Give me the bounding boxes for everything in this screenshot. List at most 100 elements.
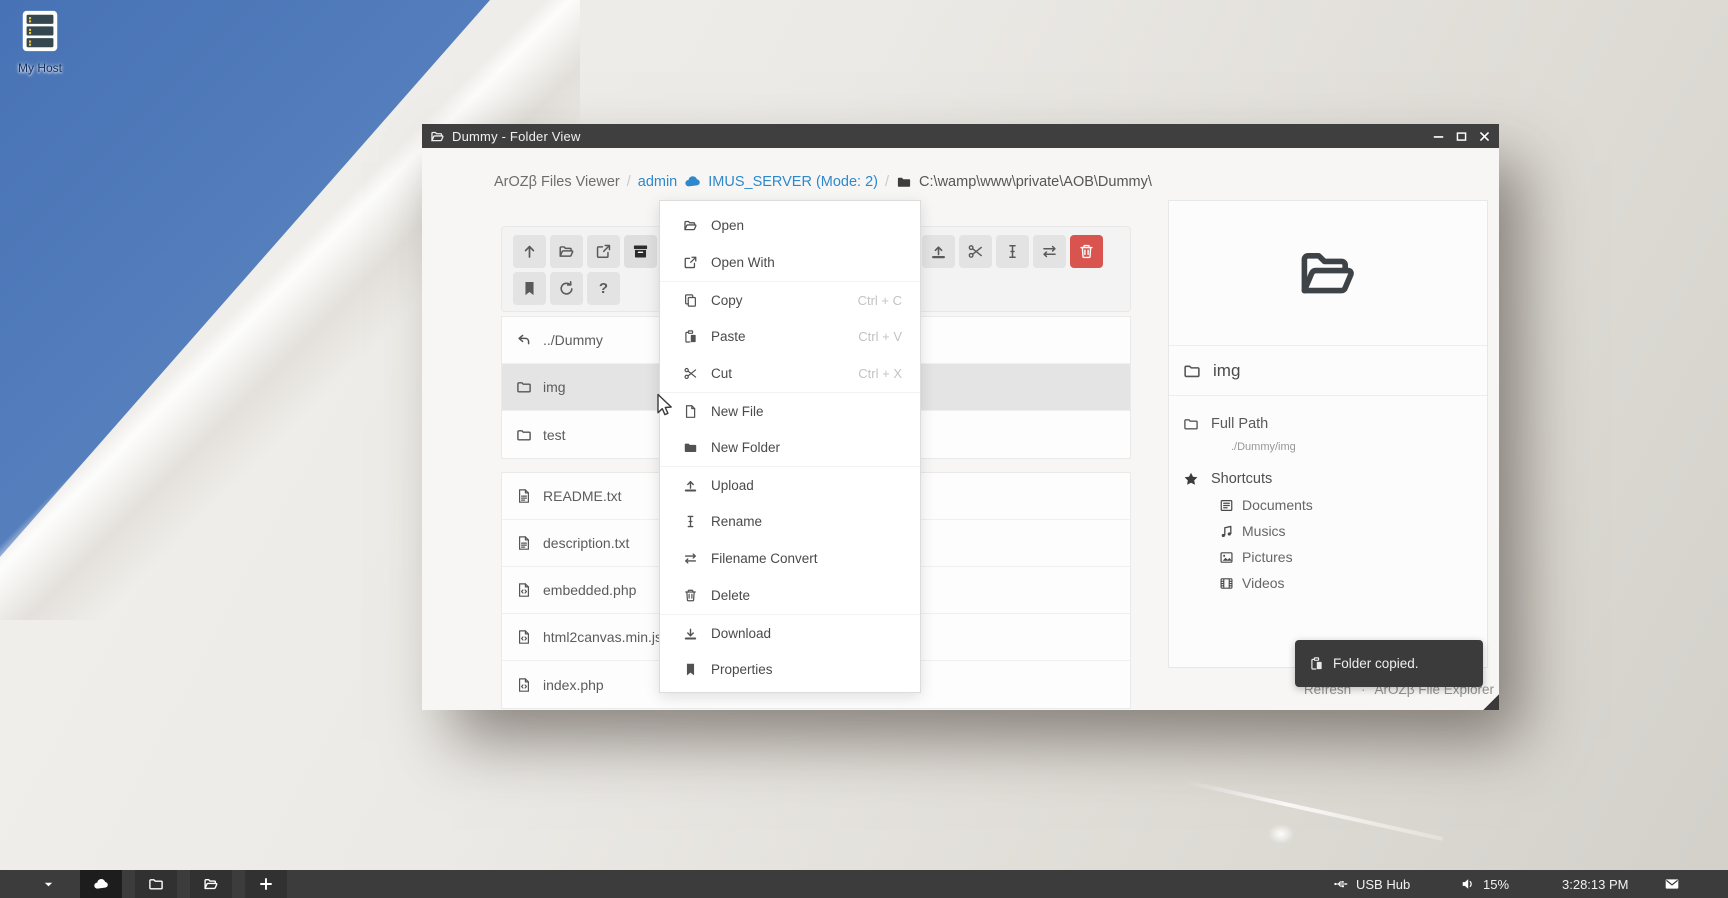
menu-item-download[interactable]: Download bbox=[660, 614, 920, 651]
dock-add-button[interactable] bbox=[245, 870, 287, 898]
menu-item-rename[interactable]: Rename bbox=[660, 503, 920, 540]
toast-notification: Folder copied. bbox=[1295, 640, 1483, 687]
paste-icon bbox=[1309, 656, 1324, 671]
taskbar-menu-caret[interactable] bbox=[36, 870, 60, 898]
refresh-button[interactable] bbox=[550, 272, 583, 305]
text-file-icon bbox=[516, 488, 532, 504]
menu-item-new-file[interactable]: New File bbox=[660, 392, 920, 429]
full-path-row: Full Path bbox=[1169, 416, 1487, 432]
upload-button[interactable] bbox=[922, 235, 955, 268]
dock-folder-open-app[interactable] bbox=[190, 870, 232, 898]
folder-icon bbox=[516, 379, 532, 395]
shortcut-videos[interactable]: Videos bbox=[1219, 575, 1487, 591]
exchange-icon bbox=[683, 551, 698, 566]
menu-item-paste[interactable]: PasteCtrl + V bbox=[660, 318, 920, 355]
shortcut-pictures[interactable]: Pictures bbox=[1219, 549, 1487, 565]
shortcut-documents[interactable]: Documents bbox=[1219, 497, 1487, 513]
go-up-button[interactable] bbox=[513, 235, 546, 268]
desktop-wallpaper-contrail bbox=[1181, 779, 1444, 841]
toast-message: Folder copied. bbox=[1333, 656, 1419, 671]
breadcrumb-path: C:\wamp\www\private\AOB\Dummy\ bbox=[919, 174, 1152, 190]
tray-usb-hub[interactable]: USB Hub bbox=[1333, 870, 1410, 898]
menu-item-open[interactable]: Open bbox=[660, 207, 920, 244]
taskbar: USB Hub 15% 3:28:13 PM bbox=[0, 870, 1728, 898]
window-titlebar[interactable]: Dummy - Folder View bbox=[422, 124, 1499, 148]
music-icon bbox=[1219, 524, 1234, 539]
documents-icon bbox=[1219, 498, 1234, 513]
maximize-button[interactable] bbox=[1455, 130, 1468, 143]
text-file-icon bbox=[516, 535, 532, 551]
tray-clock[interactable]: 3:28:13 PM bbox=[1562, 870, 1629, 898]
folder-open-icon bbox=[203, 876, 219, 892]
tray-mail[interactable] bbox=[1664, 870, 1680, 898]
usb-icon bbox=[1333, 876, 1349, 892]
server-icon bbox=[17, 8, 63, 54]
copy-icon bbox=[683, 293, 698, 308]
detail-panel-title-row: img bbox=[1169, 346, 1487, 396]
breadcrumb-user-link[interactable]: admin bbox=[638, 174, 678, 190]
desktop-icon-my-host[interactable]: My Host bbox=[10, 8, 70, 75]
close-button[interactable] bbox=[1478, 130, 1491, 143]
breadcrumb-app: ArOZβ Files Viewer bbox=[494, 174, 620, 190]
context-menu: Open Open With CopyCtrl + C PasteCtrl + … bbox=[659, 200, 921, 693]
menu-item-upload[interactable]: Upload bbox=[660, 466, 920, 503]
star-icon bbox=[1183, 471, 1199, 487]
desktop-icon-label: My Host bbox=[10, 61, 70, 75]
shortcut-musics[interactable]: Musics bbox=[1219, 523, 1487, 539]
archive-button[interactable] bbox=[624, 235, 657, 268]
cloud-icon bbox=[93, 876, 109, 892]
menu-item-new-folder[interactable]: New Folder bbox=[660, 429, 920, 466]
taskbar-dock bbox=[80, 870, 287, 898]
detail-panel: img Full Path ./Dummy/img Shortcuts Docu… bbox=[1168, 200, 1488, 668]
desktop: My Host Dummy - Folder View ArOZβ Files … bbox=[0, 0, 1728, 898]
code-file-icon bbox=[516, 629, 532, 645]
bookmark-icon bbox=[683, 662, 698, 677]
cut-button[interactable] bbox=[959, 235, 992, 268]
external-link-icon bbox=[683, 255, 698, 270]
rename-button[interactable] bbox=[996, 235, 1029, 268]
tray-volume[interactable]: 15% bbox=[1460, 870, 1509, 898]
paste-icon bbox=[683, 329, 698, 344]
trash-icon bbox=[683, 588, 698, 603]
scissors-icon bbox=[967, 243, 984, 260]
menu-item-copy[interactable]: CopyCtrl + C bbox=[660, 281, 920, 318]
envelope-icon bbox=[1664, 876, 1680, 892]
folder-filled-icon bbox=[896, 174, 912, 190]
back-arrow-icon bbox=[516, 332, 532, 348]
code-file-icon bbox=[516, 677, 532, 693]
cloud-icon bbox=[684, 173, 701, 190]
open-button[interactable] bbox=[550, 235, 583, 268]
open-with-button[interactable] bbox=[587, 235, 620, 268]
new-file-icon bbox=[683, 404, 698, 419]
detail-panel-hero bbox=[1169, 201, 1487, 346]
detail-panel-title: img bbox=[1213, 361, 1240, 381]
minimize-button[interactable] bbox=[1432, 130, 1445, 143]
menu-item-delete[interactable]: Delete bbox=[660, 577, 920, 614]
folder-filled-icon bbox=[683, 440, 698, 455]
dock-folder-app[interactable] bbox=[135, 870, 177, 898]
exchange-icon bbox=[1041, 243, 1058, 260]
folder-open-icon bbox=[1296, 241, 1360, 305]
menu-item-filename-convert[interactable]: Filename Convert bbox=[660, 540, 920, 577]
folder-icon bbox=[148, 876, 164, 892]
dock-cloud-app[interactable] bbox=[80, 870, 122, 898]
ibeam-icon bbox=[683, 514, 698, 529]
menu-item-open-with[interactable]: Open With bbox=[660, 244, 920, 281]
download-icon bbox=[683, 626, 698, 641]
properties-button[interactable] bbox=[513, 272, 546, 305]
trash-icon bbox=[1078, 243, 1095, 260]
menu-item-properties[interactable]: Properties bbox=[660, 651, 920, 688]
question-icon: ? bbox=[599, 280, 608, 297]
breadcrumb: ArOZβ Files Viewer / admin IMUS_SERVER (… bbox=[494, 173, 1152, 190]
folder-open-icon bbox=[558, 243, 575, 260]
refresh-icon bbox=[558, 280, 575, 297]
help-button[interactable]: ? bbox=[587, 272, 620, 305]
scissors-icon bbox=[683, 366, 698, 381]
folder-icon bbox=[1183, 416, 1199, 432]
breadcrumb-server-link[interactable]: IMUS_SERVER (Mode: 2) bbox=[708, 174, 878, 190]
delete-button[interactable] bbox=[1070, 235, 1103, 268]
filename-convert-button[interactable] bbox=[1033, 235, 1066, 268]
menu-item-cut[interactable]: CutCtrl + X bbox=[660, 355, 920, 392]
desktop-wallpaper-plume bbox=[1268, 824, 1294, 844]
plus-icon bbox=[258, 876, 274, 892]
